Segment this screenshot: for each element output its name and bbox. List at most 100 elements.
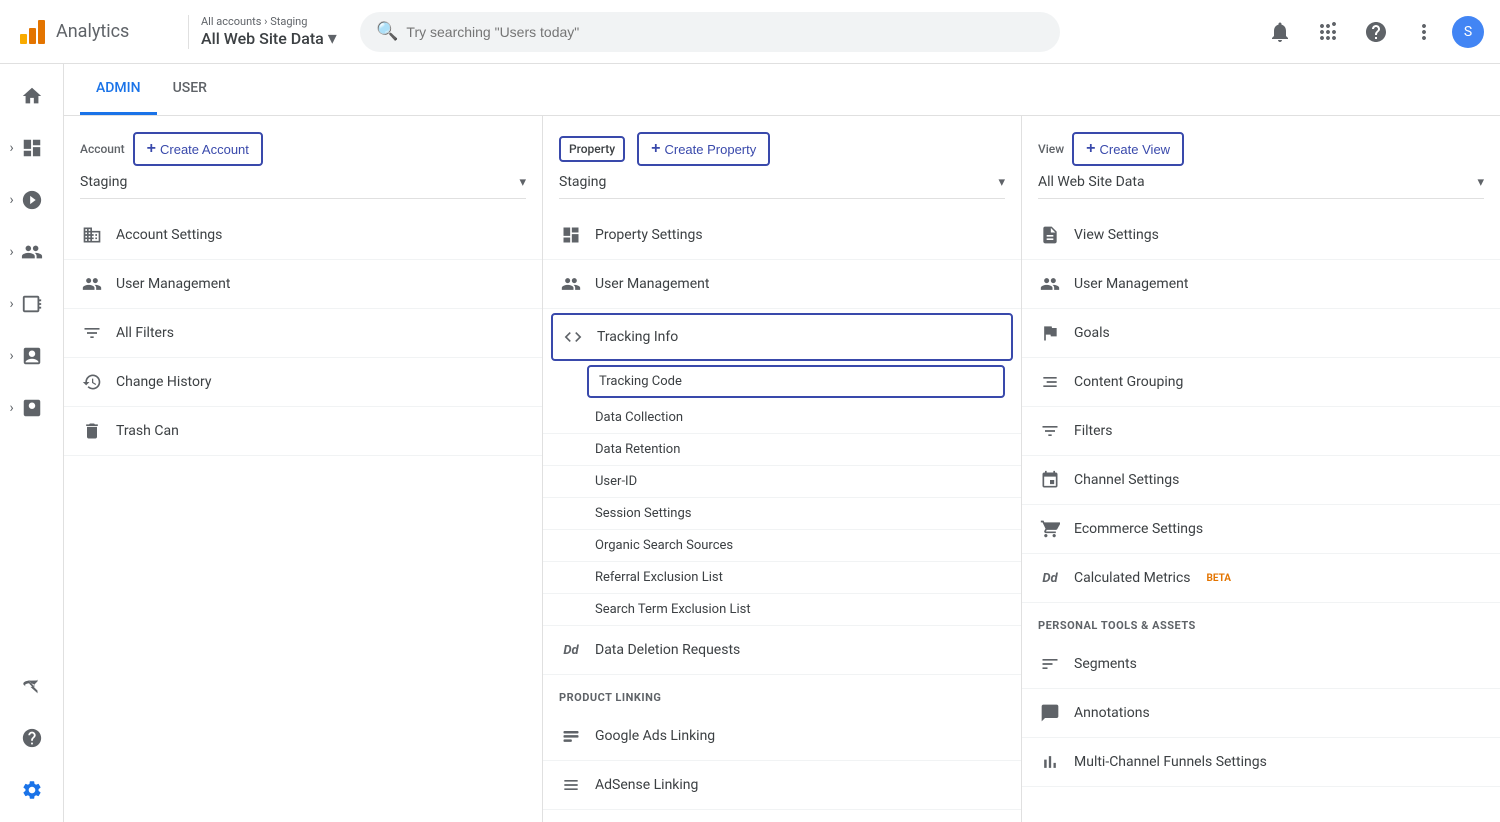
- avatar[interactable]: S: [1452, 16, 1484, 48]
- data-collection-item[interactable]: Data Collection: [543, 402, 1021, 434]
- conversions-nav-icon[interactable]: [8, 384, 56, 432]
- view-user-management-item[interactable]: User Management: [1022, 260, 1500, 309]
- columns: Account + Create Account Staging ▾ Accou…: [64, 116, 1500, 822]
- history-icon: [80, 370, 104, 394]
- behavior-nav-icon[interactable]: [8, 332, 56, 380]
- tab-admin[interactable]: ADMIN: [80, 64, 157, 115]
- goals-item[interactable]: Goals: [1022, 309, 1500, 358]
- organic-search-item[interactable]: Organic Search Sources: [543, 530, 1021, 562]
- search-term-exclusion-item[interactable]: Search Term Exclusion List: [543, 594, 1021, 626]
- adsense-linking-item[interactable]: AdSense Linking: [543, 761, 1021, 810]
- channel-settings-item[interactable]: Channel Settings: [1022, 456, 1500, 505]
- change-history-label: Change History: [116, 374, 211, 390]
- all-filters-item[interactable]: All Filters: [64, 309, 542, 358]
- account-selector[interactable]: Staging ▾: [80, 174, 526, 199]
- view-column: View + Create View All Web Site Data ▾ V…: [1022, 116, 1500, 822]
- referral-exclusion-item[interactable]: Referral Exclusion List: [543, 562, 1021, 594]
- annotations-icon: [1038, 701, 1062, 725]
- view-people-icon: [1038, 272, 1062, 296]
- filter-icon: [80, 321, 104, 345]
- account-user-management-item[interactable]: User Management: [64, 260, 542, 309]
- trash-can-label: Trash Can: [116, 423, 179, 439]
- view-filters-label: Filters: [1074, 423, 1113, 439]
- create-account-button[interactable]: + Create Account: [133, 132, 263, 166]
- property-selector[interactable]: Staging ▾: [559, 174, 1005, 199]
- property-column: Property + Create Property Staging ▾ Pro…: [543, 116, 1022, 822]
- channel-settings-label: Channel Settings: [1074, 472, 1179, 488]
- account-settings-item[interactable]: Account Settings: [64, 211, 542, 260]
- change-history-item[interactable]: Change History: [64, 358, 542, 407]
- view-filters-item[interactable]: Filters: [1022, 407, 1500, 456]
- account-col-header: Account + Create Account: [64, 116, 542, 174]
- data-retention-item[interactable]: Data Retention: [543, 434, 1021, 466]
- building-icon: [80, 223, 104, 247]
- segments-label: Segments: [1074, 656, 1137, 672]
- content-grouping-icon: [1038, 370, 1062, 394]
- search-input[interactable]: [406, 24, 1044, 40]
- account-user-mgmt-label: User Management: [116, 276, 230, 292]
- search-icon: 🔍: [376, 21, 398, 42]
- multi-channel-funnels-item[interactable]: Multi-Channel Funnels Settings: [1022, 738, 1500, 787]
- session-settings-item[interactable]: Session Settings: [543, 498, 1021, 530]
- audience-nav-icon[interactable]: [8, 228, 56, 276]
- home-nav-icon[interactable]: [8, 72, 56, 120]
- help-icon[interactable]: [1356, 12, 1396, 52]
- calculated-metrics-label: Calculated Metrics: [1074, 570, 1191, 586]
- dd-icon: Dd: [559, 638, 583, 662]
- admin-nav-icon[interactable]: [8, 766, 56, 814]
- view-selector-text: All Web Site Data: [1038, 174, 1477, 190]
- topbar: Analytics All accounts › Staging All Web…: [0, 0, 1500, 64]
- create-view-button[interactable]: + Create View: [1072, 132, 1184, 166]
- account-header-label: Account: [80, 142, 125, 156]
- apps-icon[interactable]: [1308, 12, 1348, 52]
- more-icon[interactable]: [1404, 12, 1444, 52]
- tracking-info-item[interactable]: Tracking Info: [551, 313, 1013, 361]
- view-settings-label: View Settings: [1074, 227, 1159, 243]
- view-settings-item[interactable]: View Settings: [1022, 211, 1500, 260]
- product-linking-section-label: PRODUCT LINKING: [543, 675, 1021, 712]
- user-id-item[interactable]: User-ID: [543, 466, 1021, 498]
- annotations-item[interactable]: Annotations: [1022, 689, 1500, 738]
- property-settings-label: Property Settings: [595, 227, 703, 243]
- flow-nav-icon[interactable]: [8, 662, 56, 710]
- ecommerce-label: Ecommerce Settings: [1074, 521, 1203, 537]
- insights-nav-icon[interactable]: [8, 714, 56, 762]
- realtime-nav-icon[interactable]: [8, 176, 56, 224]
- annotations-label: Annotations: [1074, 705, 1150, 721]
- google-ads-linking-item[interactable]: Google Ads Linking: [543, 712, 1021, 761]
- property-people-icon: [559, 272, 583, 296]
- chevron-down-icon: ▾: [328, 28, 337, 49]
- create-property-button[interactable]: + Create Property: [637, 132, 770, 166]
- all-filters-label: All Filters: [116, 325, 174, 341]
- property-settings-item[interactable]: Property Settings: [543, 211, 1021, 260]
- goals-label: Goals: [1074, 325, 1110, 341]
- segments-item[interactable]: Segments: [1022, 640, 1500, 689]
- view-user-mgmt-label: User Management: [1074, 276, 1188, 292]
- people-icon: [80, 272, 104, 296]
- tracking-code-label: Tracking Code: [599, 374, 682, 389]
- property-selector-text: Staging: [559, 174, 998, 190]
- acquisition-nav-icon[interactable]: [8, 280, 56, 328]
- left-nav: [0, 64, 64, 822]
- account-selector-text: Staging: [80, 174, 519, 190]
- trash-can-item[interactable]: Trash Can: [64, 407, 542, 456]
- trash-icon: [80, 419, 104, 443]
- tab-user[interactable]: USER: [157, 64, 223, 115]
- tracking-code-item[interactable]: Tracking Code: [587, 365, 1005, 398]
- data-deletion-item[interactable]: Dd Data Deletion Requests: [543, 626, 1021, 675]
- view-selector[interactable]: All Web Site Data ▾: [1038, 174, 1484, 199]
- code-icon: [561, 325, 585, 349]
- content-grouping-item[interactable]: Content Grouping: [1022, 358, 1500, 407]
- ecommerce-settings-item[interactable]: Ecommerce Settings: [1022, 505, 1500, 554]
- calculated-metrics-item[interactable]: Dd Calculated Metrics BETA: [1022, 554, 1500, 603]
- account-column: Account + Create Account Staging ▾ Accou…: [64, 116, 543, 822]
- ad-exchange-linking-item[interactable]: Ad Exchange Linking: [543, 810, 1021, 822]
- property-user-management-item[interactable]: User Management: [543, 260, 1021, 309]
- beta-badge: BETA: [1207, 573, 1232, 584]
- search-bar[interactable]: 🔍: [360, 12, 1060, 52]
- view-settings-icon: [1038, 223, 1062, 247]
- notifications-icon[interactable]: [1260, 12, 1300, 52]
- dashboards-nav-icon[interactable]: [8, 124, 56, 172]
- account-name-dropdown[interactable]: All Web Site Data ▾: [201, 28, 348, 49]
- view-header-label: View: [1038, 142, 1064, 156]
